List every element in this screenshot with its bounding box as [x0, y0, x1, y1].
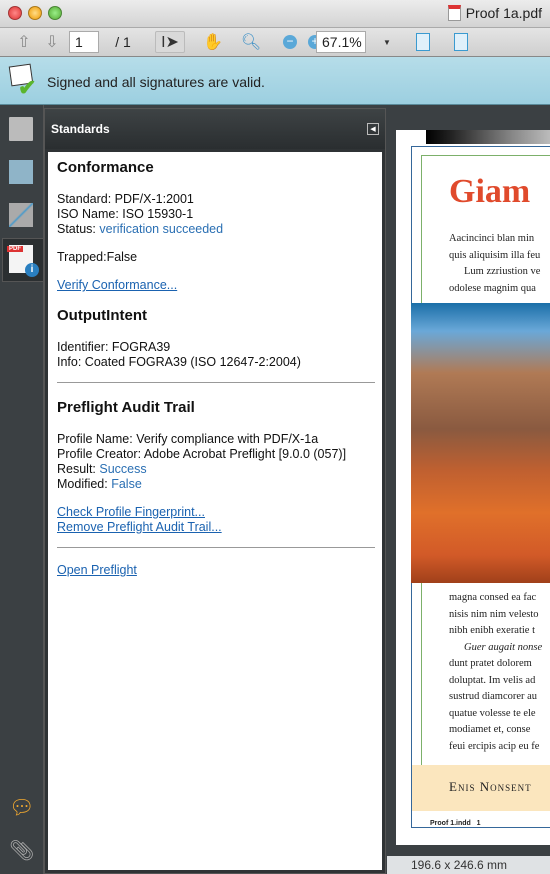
signatures-icon[interactable] — [9, 203, 33, 227]
body-line: doluptat. Im velis ad — [449, 675, 536, 686]
output-intent-heading: OutputIntent — [57, 307, 147, 324]
panel-header: Standards ◀ — [45, 109, 385, 149]
result-label: Result: — [57, 462, 100, 476]
trapped-text: Trapped:False — [57, 250, 138, 264]
result-text: Result: Success — [57, 462, 147, 477]
bookmarks-icon[interactable] — [9, 160, 33, 184]
page-total: / 1 — [115, 34, 131, 50]
modified-text: Modified: False — [57, 477, 142, 492]
zoom-level-input[interactable]: 67.1% — [316, 31, 366, 53]
check-fingerprint-link[interactable]: Check Profile Fingerprint... — [57, 505, 205, 520]
preflight-heading: Preflight Audit Trail — [57, 399, 195, 416]
title-bar: Proof 1a.pdf — [0, 0, 550, 28]
result-value: Success — [99, 462, 147, 476]
body-line: quatue volesse te ele — [449, 708, 536, 719]
status-label: Status: — [57, 222, 100, 236]
toolbar: ⇧ ⇩ 1 / 1 I➤ ✋ 🔍︎ − + 67.1% ▼ — [0, 28, 550, 57]
body-line: modiamet et, conse — [449, 724, 531, 735]
body-line: Aacincinci blan min — [449, 233, 535, 244]
window-title: Proof 1a.pdf — [447, 5, 542, 21]
info-text: Info: Coated FOGRA39 (ISO 12647-2:2004) — [57, 355, 301, 369]
previous-page-button[interactable]: ⇧ — [12, 31, 36, 53]
text-cursor-arrow-icon: I➤ — [161, 34, 179, 51]
signature-valid-icon: ✔ — [8, 63, 38, 100]
divider — [57, 547, 375, 548]
modified-label: Modified: — [57, 477, 112, 491]
body-line: magna consed ea fac — [449, 592, 537, 603]
next-page-button[interactable]: ⇩ — [40, 31, 64, 53]
body-line: odolese magnim qua — [449, 283, 536, 294]
divider — [57, 382, 375, 383]
headline: Giam — [449, 173, 531, 210]
marquee-zoom-button[interactable]: 🔍︎ — [238, 31, 264, 53]
slug-text: Proof 1.indd 1 — [430, 820, 481, 827]
panel-content: Conformance Standard: PDF/X-1:2001 ISO N… — [48, 152, 382, 870]
collapse-panel-button[interactable]: ◀ — [367, 123, 379, 135]
body-line: nibh enibh exeratie t — [449, 625, 536, 636]
pdf-info-icon: PDF i — [7, 245, 39, 277]
status-bar: 196.6 x 246.6 mm — [387, 856, 550, 874]
remove-audit-trail-link[interactable]: Remove Preflight Audit Trail... — [57, 520, 222, 535]
body-line: dunt pratet dolorem — [449, 658, 532, 669]
profile-name-text: Profile Name: Verify compliance with PDF… — [57, 432, 319, 446]
body-line: Lum zzriustion ve — [464, 266, 541, 277]
conformance-heading: Conformance — [57, 159, 154, 176]
footer-band: Enis Nonsent — [412, 765, 550, 811]
chevron-down-icon: ▼ — [383, 37, 391, 47]
close-window-button[interactable] — [8, 6, 22, 20]
triangle-left-icon: ◀ — [370, 126, 376, 133]
profile-creator-text: Profile Creator: Adobe Acrobat Preflight… — [57, 447, 347, 461]
fit-width-icon — [416, 33, 430, 51]
body-line: sustrud diamcorer au — [449, 691, 538, 702]
modified-value: False — [111, 477, 142, 491]
fit-page-icon — [454, 33, 468, 51]
page-thumbnails-icon[interactable] — [9, 117, 33, 141]
pdf-file-icon — [447, 5, 461, 21]
signature-bar: ✔ Signed and all signatures are valid. — [0, 57, 550, 105]
minimize-window-button[interactable] — [28, 6, 42, 20]
comments-icon[interactable]: 💬︎ — [9, 795, 34, 819]
fit-width-button[interactable] — [412, 31, 434, 53]
standards-panel: Standards ◀ Conformance Standard: PDF/X-… — [44, 108, 386, 874]
standard-text: Standard: PDF/X-1:2001 — [57, 192, 194, 206]
pdf-page: Giam Aacincinci blan min quis aliquisim … — [396, 130, 550, 845]
fit-page-button[interactable] — [450, 31, 472, 53]
signature-status-text: Signed and all signatures are valid. — [47, 74, 265, 90]
body-line: Guer augait nonse — [464, 642, 543, 653]
hand-tool-button[interactable]: ✋ — [200, 31, 226, 53]
page-number-input[interactable]: 1 — [69, 31, 99, 53]
zoom-dropdown[interactable]: ▼ — [380, 31, 394, 53]
zoom-window-button[interactable] — [48, 6, 62, 20]
iso-name-text: ISO Name: ISO 15930-1 — [57, 207, 194, 221]
select-tool-button[interactable]: I➤ — [155, 31, 185, 53]
page-size-text: 196.6 x 246.6 mm — [411, 858, 508, 872]
navigation-rail: PDF i 💬︎ 📎︎ — [0, 105, 44, 874]
footer-band-text: Enis Nonsent — [449, 779, 532, 794]
arrow-up-icon: ⇧ — [17, 34, 31, 51]
hand-icon: ✋ — [203, 34, 223, 51]
minus-circle-icon: − — [283, 35, 297, 49]
color-bar — [426, 130, 550, 144]
verify-conformance-link[interactable]: Verify Conformance... — [57, 278, 177, 293]
status-text: Status: verification succeeded — [57, 222, 223, 237]
zoom-out-button[interactable]: − — [280, 31, 300, 53]
magnifier-icon: 🔍︎ — [240, 34, 262, 51]
body-line: nisis nim nim velesto — [449, 609, 539, 620]
street-cafe-photo — [411, 303, 550, 583]
body-line: feui ercipis acip eu fe — [449, 741, 540, 752]
identifier-text: Identifier: FOGRA39 — [57, 340, 171, 354]
body-line: quis aliquisim illa feu — [449, 250, 541, 261]
standards-tab[interactable]: PDF i — [2, 238, 44, 282]
status-value: verification succeeded — [99, 222, 224, 236]
open-preflight-link[interactable]: Open Preflight — [57, 563, 137, 578]
attachments-icon[interactable]: 📎︎ — [9, 838, 34, 862]
arrow-down-icon: ⇩ — [45, 34, 59, 51]
panel-title: Standards — [51, 122, 110, 136]
